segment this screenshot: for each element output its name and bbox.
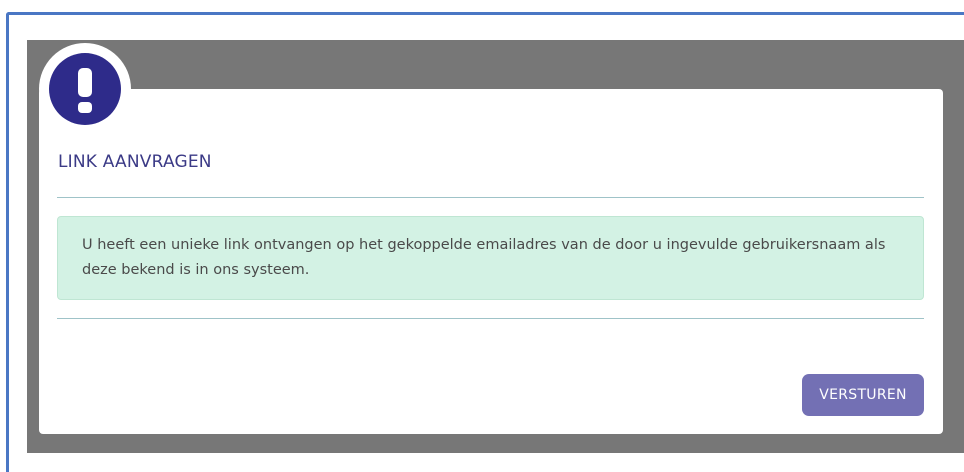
exclamation-icon xyxy=(49,53,121,125)
exclamation-bar xyxy=(78,68,92,97)
dialog-title: LINK AANVRAGEN xyxy=(58,152,212,172)
header-divider xyxy=(57,197,924,198)
success-message: U heeft een unieke link ontvangen op het… xyxy=(57,216,924,300)
submit-button[interactable]: VERSTUREN xyxy=(802,374,924,416)
footer-divider xyxy=(57,318,924,319)
exclamation-dot xyxy=(78,102,92,113)
